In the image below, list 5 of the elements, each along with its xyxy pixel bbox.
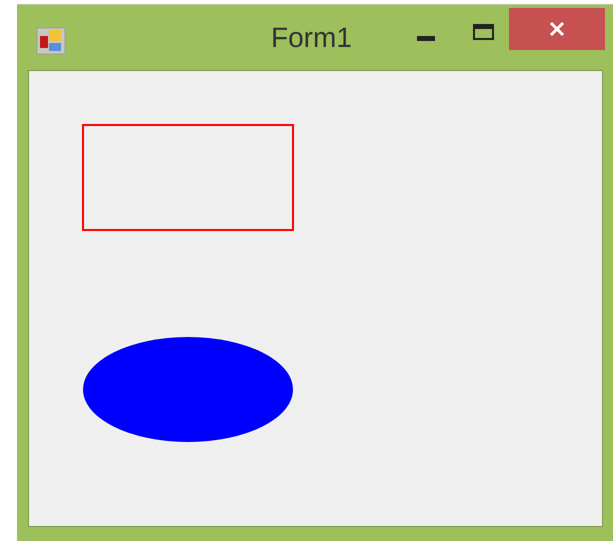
close-icon — [549, 21, 565, 37]
app-icon — [36, 27, 66, 55]
close-button[interactable] — [509, 8, 605, 50]
maximize-icon[interactable] — [473, 24, 494, 40]
window-title: Form1 — [271, 24, 352, 52]
